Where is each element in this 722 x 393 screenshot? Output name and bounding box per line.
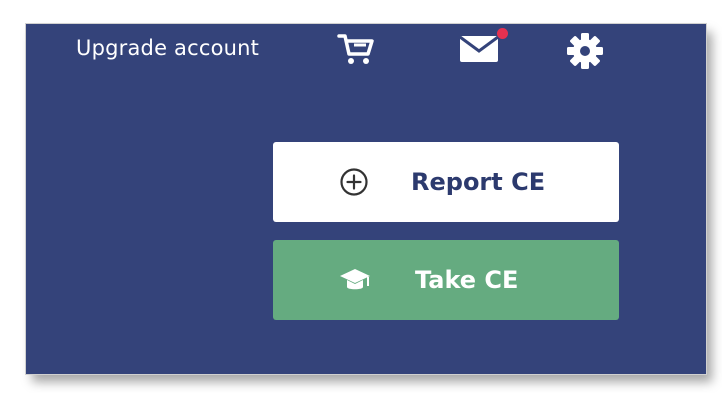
account-panel: Upgrade account Report CE Take CE [26,24,706,374]
graduation-cap-icon [339,266,371,294]
notification-dot [497,28,508,39]
report-ce-button[interactable]: Report CE [273,142,619,222]
take-ce-button[interactable]: Take CE [273,240,619,320]
plus-circle-icon [339,167,369,197]
messages-button[interactable] [459,28,508,68]
upgrade-account-link[interactable]: Upgrade account [76,36,259,60]
mail-icon [459,35,499,62]
report-ce-label: Report CE [411,168,546,196]
settings-button[interactable] [566,32,604,70]
cart-button[interactable] [336,30,376,66]
take-ce-label: Take CE [415,266,519,294]
gear-icon [567,33,603,69]
cart-icon [337,34,374,64]
